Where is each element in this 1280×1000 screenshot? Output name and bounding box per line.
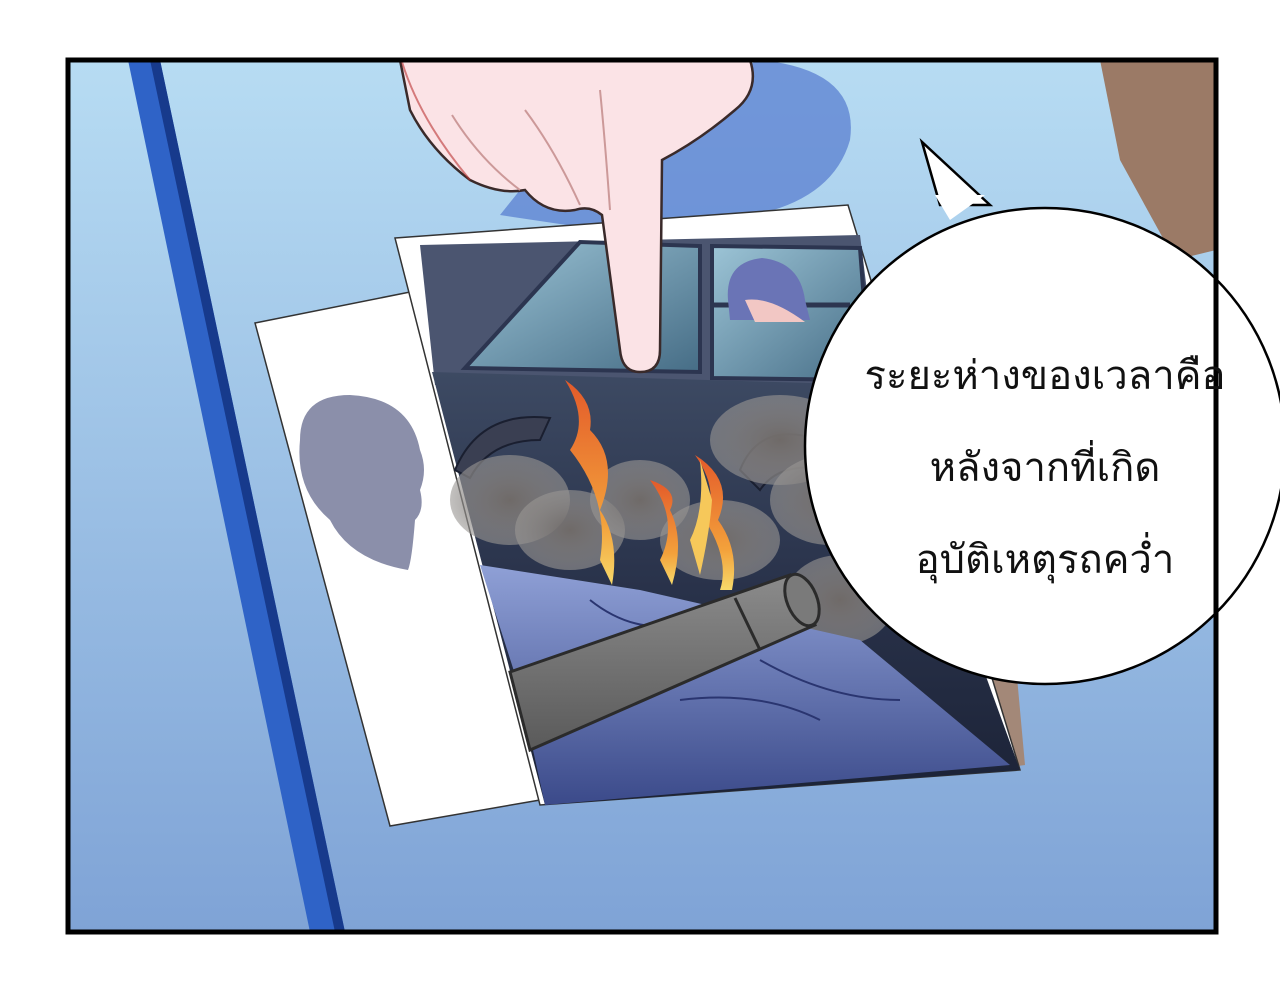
speech-line-1: ระยะห่างของเวลาคือ xyxy=(864,353,1226,399)
speech-line-3: อุบัติเหตุรถคว่ำ xyxy=(915,537,1175,583)
comic-panel: ระยะห่างของเวลาคือ หลังจากที่เกิด อุบัติ… xyxy=(0,0,1280,1000)
speech-line-2: หลังจากที่เกิด xyxy=(929,445,1161,491)
speech-bubble-text: ระยะห่างของเวลาคือ หลังจากที่เกิด อุบัติ… xyxy=(815,330,1275,606)
